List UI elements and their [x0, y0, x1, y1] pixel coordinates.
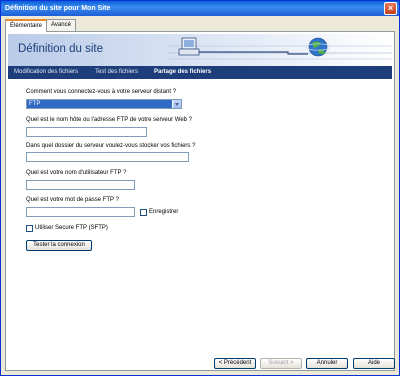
host-input[interactable] [26, 127, 147, 137]
next-button[interactable]: Suivant > [260, 358, 302, 369]
site-definition-dialog: Définition du site pour Mon Site × Éléme… [0, 0, 400, 376]
sftp-label[interactable]: Utiliser Secure FTP (SFTP) [35, 225, 108, 231]
host-label: Quel est le nom hôte ou l'adresse FTP de… [26, 117, 193, 123]
close-button[interactable]: × [384, 2, 397, 15]
help-button[interactable]: Aide [353, 358, 395, 369]
header-banner: Définition du site [8, 34, 392, 66]
subnav-item-partage[interactable]: Partage des fichiers [154, 66, 211, 79]
connect-method-select[interactable]: FTP [26, 99, 182, 109]
cancel-button[interactable]: Annuler [306, 358, 348, 369]
test-connection-button[interactable]: Tester la connexion [26, 240, 92, 251]
previous-button[interactable]: < Précédent [214, 358, 256, 369]
page-title: Définition du site [18, 43, 104, 55]
save-password-checkbox[interactable] [140, 209, 147, 216]
subnav-item-test[interactable]: Test des fichiers [95, 66, 138, 79]
sftp-checkbox[interactable] [26, 225, 33, 232]
folder-input[interactable] [26, 152, 189, 162]
network-illustration-icon [168, 37, 392, 60]
save-password-label[interactable]: Enregistrer [149, 209, 178, 215]
password-label: Quel est votre mot de passe FTP ? [26, 197, 119, 203]
connect-method-label: Comment vous connectez-vous à votre serv… [26, 89, 177, 95]
subnav-item-modification[interactable]: Modification des fichiers [14, 66, 78, 79]
window-title: Définition du site pour Mon Site [5, 5, 111, 12]
tab-elementaire[interactable]: Élémentaire [5, 19, 48, 32]
connect-method-value: FTP [29, 101, 41, 107]
tab-avance[interactable]: Avancé [46, 19, 76, 31]
password-input[interactable] [26, 207, 135, 217]
tab-strip: Élémentaire Avancé [5, 19, 76, 32]
folder-label: Dans quel dossier du serveur voulez-vous… [26, 143, 196, 149]
close-icon: × [387, 3, 394, 13]
title-bar[interactable]: Définition du site pour Mon Site × [1, 1, 399, 16]
sub-navigation: Modification des fichiers Test des fichi… [8, 66, 392, 79]
username-label: Quel est votre nom d'utilisateur FTP ? [26, 170, 127, 176]
chevron-down-icon[interactable] [172, 100, 181, 108]
username-input[interactable] [26, 180, 135, 190]
tab-panel: Définition du site Modification des fich… [5, 31, 395, 371]
